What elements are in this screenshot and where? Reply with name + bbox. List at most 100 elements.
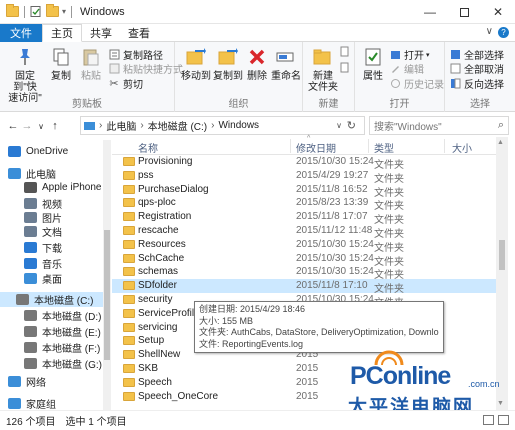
tab-file[interactable]: 文件 (0, 24, 42, 42)
nav-item-local-disk-g[interactable]: 本地磁盘 (G:) (24, 356, 102, 371)
file-list-scroll-thumb[interactable] (499, 240, 505, 270)
copy-to-button[interactable]: 复制到 (213, 46, 243, 82)
help-icon[interactable]: ? (498, 27, 509, 38)
table-row[interactable]: schemas 2015/10/30 15:24 文件夹 (112, 265, 502, 281)
tooltip-created-date: 创建日期: 2015/4/29 18:46 (199, 304, 306, 314)
nav-item-label: 桌面 (42, 275, 62, 286)
row-name: Resources (138, 238, 186, 250)
open-button[interactable]: 打开 ▾ (389, 47, 430, 62)
delete-button[interactable]: 删除 (245, 46, 269, 82)
table-row[interactable]: Provisioning 2015/10/30 15:24 文件夹 (112, 155, 502, 171)
search-icon[interactable]: ⌕ (498, 119, 504, 132)
nav-item-videos[interactable]: 视频 (24, 196, 62, 211)
open-icon (389, 49, 401, 61)
table-row[interactable]: qps-ploc 2015/8/23 13:39 文件夹 (112, 196, 502, 212)
table-row[interactable]: PurchaseDialog 2015/11/8 16:52 文件夹 (112, 183, 502, 199)
column-header-date[interactable]: 修改日期 (296, 140, 336, 155)
row-name: ShellNew (138, 349, 181, 361)
column-header-size[interactable]: 大小 (452, 140, 472, 155)
recent-locations-chevron-icon[interactable]: ∨ (34, 122, 48, 131)
status-item-count: 126 个项目 (6, 417, 56, 428)
tab-view[interactable]: 查看 (120, 24, 158, 42)
nav-item-label: 本地磁盘 (D:) (42, 312, 102, 323)
column-header-type[interactable]: 类型 (374, 140, 394, 155)
table-row[interactable]: SchCache 2015/10/30 15:24 文件夹 (112, 252, 502, 268)
row-date: 2015 (296, 363, 319, 374)
table-row[interactable]: rescache 2015/11/12 11:48 文件夹 (112, 224, 502, 240)
select-all-button[interactable]: 全部选择 (449, 47, 504, 62)
breadcrumb-this-pc[interactable]: 此电脑 (106, 118, 136, 133)
nav-item-pictures[interactable]: 图片 (24, 210, 62, 225)
column-divider[interactable] (444, 139, 445, 153)
properties-check-icon[interactable] (30, 6, 43, 17)
computer-icon (84, 121, 95, 130)
address-dropdown-chevron-icon[interactable]: ∨ (336, 121, 342, 130)
cut-button[interactable]: ✂ 剪切 (108, 76, 143, 91)
nav-item-this-pc[interactable]: 此电脑 (8, 166, 56, 181)
back-arrow-icon[interactable]: ← (6, 120, 20, 132)
table-row[interactable]: pss 2015/4/29 19:27 文件夹 (112, 169, 502, 185)
row-name: schemas (138, 266, 179, 278)
edit-button[interactable]: 编辑 (389, 61, 424, 76)
forward-arrow-icon[interactable]: → (20, 120, 34, 132)
column-header-name[interactable]: 名称 (138, 140, 158, 155)
copy-button[interactable]: 复制 (48, 46, 74, 82)
status-selected-count: 选中 1 个项目 (65, 417, 127, 428)
row-date: 2015/11/12 11:48 (296, 225, 373, 236)
properties-button[interactable]: 属性 (359, 46, 387, 82)
move-to-button[interactable]: 移动到 (181, 46, 211, 82)
nav-item-music[interactable]: 音乐 (24, 256, 62, 271)
column-divider[interactable] (290, 139, 291, 153)
nav-item-label: 此电脑 (26, 170, 56, 181)
tab-share[interactable]: 共享 (82, 24, 120, 42)
nav-item-downloads[interactable]: 下载 (24, 240, 62, 255)
maximize-button[interactable] (447, 0, 481, 24)
table-row[interactable]: Resources 2015/10/30 15:24 文件夹 (112, 238, 502, 254)
nav-item-network[interactable]: 网络 (8, 374, 46, 389)
easy-access-icon[interactable] (339, 62, 350, 73)
nav-item-local-disk-e[interactable]: 本地磁盘 (E:) (24, 324, 101, 339)
details-view-icon[interactable] (483, 415, 494, 425)
scroll-up-arrow-icon[interactable]: ▲ (497, 139, 504, 146)
downloads-icon (24, 242, 37, 253)
up-arrow-icon[interactable]: ↑ (48, 120, 62, 132)
documents-icon (24, 226, 37, 237)
search-input[interactable]: 搜索"Windows" ⌕ (369, 116, 509, 135)
customize-toolbar-chevron-icon[interactable]: ▾ (62, 7, 66, 16)
history-button[interactable]: 历史记录 (389, 76, 444, 91)
ribbon-collapse-chevron-icon[interactable]: ∨ (486, 26, 493, 37)
breadcrumb-windows[interactable]: Windows (218, 120, 259, 131)
column-divider[interactable] (368, 139, 369, 153)
navigation-pane-scroll-thumb[interactable] (104, 230, 110, 360)
new-folder-icon[interactable] (46, 4, 59, 17)
folder-icon (123, 184, 135, 194)
maximize-icon (459, 7, 469, 17)
close-button[interactable]: ✕ (481, 0, 515, 24)
large-icons-view-icon[interactable] (498, 415, 509, 425)
select-all-icon (449, 49, 461, 61)
nav-item-documents[interactable]: 文档 (24, 224, 62, 239)
paste-shortcut-button[interactable]: 粘贴快捷方式 (108, 61, 183, 76)
minimize-button[interactable]: — (413, 0, 447, 24)
invert-selection-button[interactable]: 反向选择 (449, 76, 504, 91)
nav-item-local-disk-d[interactable]: 本地磁盘 (D:) (24, 308, 101, 323)
nav-item-desktop[interactable]: 桌面 (24, 271, 62, 286)
new-item-icon[interactable] (339, 46, 350, 57)
table-row[interactable]: Registration 2015/11/8 17:07 文件夹 (112, 210, 502, 226)
select-none-button[interactable]: 全部取消 (449, 61, 504, 76)
nav-item-apple-iphone[interactable]: Apple iPhone (24, 182, 102, 193)
breadcrumb-local-disk-c[interactable]: 本地磁盘 (C:) (148, 118, 207, 133)
nav-item-local-disk-f[interactable]: 本地磁盘 (F:) (24, 340, 100, 355)
refresh-icon[interactable]: ↻ (347, 119, 356, 132)
nav-item-local-disk-c[interactable]: 本地磁盘 (C:) (0, 292, 104, 307)
new-folder-button[interactable]: 新建 文件夹 (307, 46, 339, 93)
nav-item-onedrive[interactable]: OneDrive (8, 146, 68, 157)
rename-button[interactable]: 重命名 (271, 46, 301, 82)
group-label-open: 打开 (389, 99, 410, 110)
copy-path-button[interactable]: 复制路径 (108, 47, 163, 62)
address-bar[interactable]: › 此电脑 › 本地磁盘 (C:) › Windows ∨ ↻ (80, 116, 365, 135)
table-row[interactable]: SDfolder 2015/11/8 17:10 文件夹 (112, 279, 502, 295)
nav-item-homegroup[interactable]: 家庭组 (8, 396, 56, 411)
tab-home[interactable]: 主页 (42, 24, 82, 42)
paste-button[interactable]: 粘贴 (78, 46, 104, 82)
